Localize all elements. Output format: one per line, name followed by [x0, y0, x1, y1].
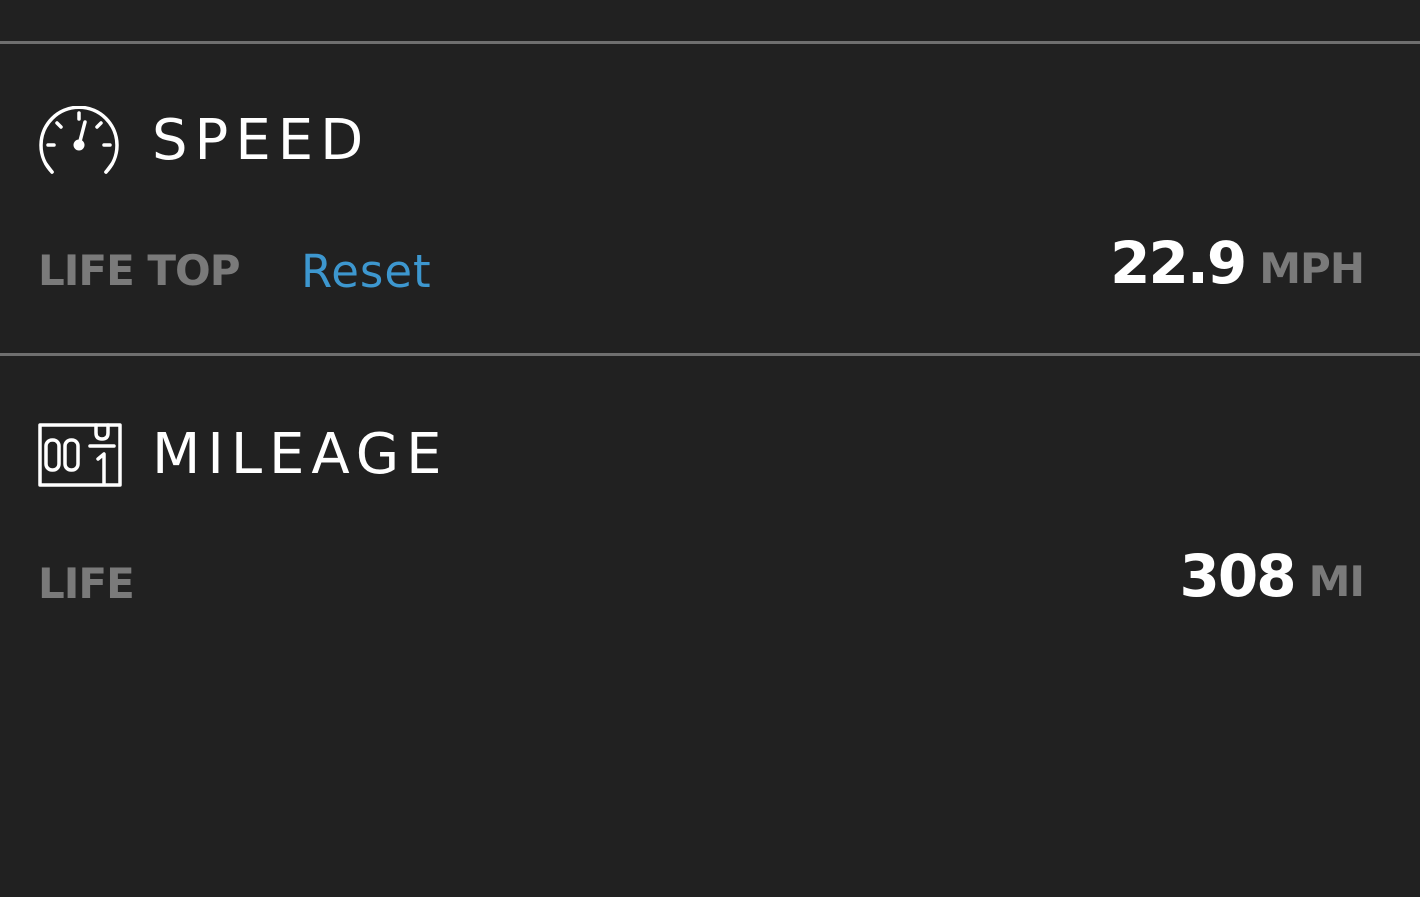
- speed-value: 22.9 MPH: [1110, 229, 1365, 297]
- speed-title: SPEED: [152, 108, 371, 173]
- reset-button[interactable]: Reset: [301, 249, 432, 294]
- speed-stat-label: LIFE TOP: [38, 246, 241, 295]
- section-divider: [0, 353, 1420, 356]
- mileage-value: 308 MI: [1179, 542, 1366, 610]
- mileage-value-unit: MI: [1308, 557, 1365, 606]
- mileage-stat-row: LIFE 308 MI: [38, 542, 1366, 615]
- mileage-value-number: 308: [1179, 542, 1297, 610]
- speed-stat-row: LIFE TOP Reset 22.9 MPH: [38, 229, 1365, 302]
- speedometer-icon: [38, 106, 122, 176]
- speed-value-number: 22.9: [1110, 229, 1247, 297]
- speed-section-header: SPEED: [38, 101, 370, 181]
- mileage-section-header: MILEAGE: [38, 415, 449, 495]
- top-divider: [0, 41, 1420, 44]
- stats-screen: SPEED LIFE TOP Reset 22.9 MPH MILEAGE LI…: [0, 0, 1420, 897]
- mileage-title: MILEAGE: [152, 422, 449, 487]
- odometer-icon: [38, 420, 122, 490]
- mileage-stat-label: LIFE: [38, 559, 135, 608]
- speed-value-unit: MPH: [1259, 244, 1365, 293]
